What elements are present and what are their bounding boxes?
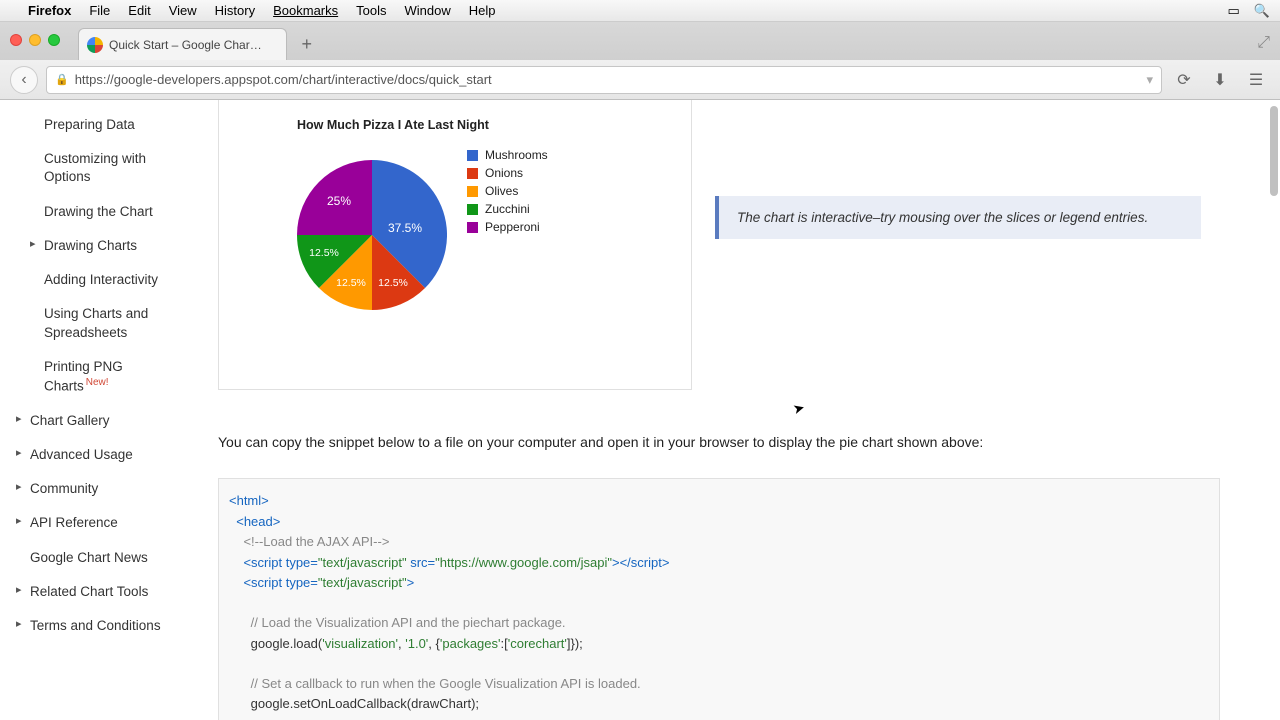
mac-menubar: Firefox File Edit View History Bookmarks… bbox=[0, 0, 1280, 22]
sidebar-item-drawing-charts[interactable]: Drawing Charts bbox=[0, 229, 200, 263]
menu-edit[interactable]: Edit bbox=[128, 3, 150, 18]
pie-chart[interactable]: 37.5% 12.5% 12.5% 12.5% 25% bbox=[297, 160, 447, 310]
code-snippet[interactable]: <html> <head> <!--Load the AJAX API--> <… bbox=[218, 478, 1220, 720]
legend-item-pepperoni[interactable]: Pepperoni bbox=[467, 218, 548, 236]
new-badge: New! bbox=[86, 377, 109, 388]
slice-label-mushrooms: 37.5% bbox=[388, 221, 422, 235]
sidebar-item-printing-png[interactable]: Printing PNG ChartsNew! bbox=[0, 350, 200, 404]
sidebar-item-advanced[interactable]: Advanced Usage bbox=[0, 438, 200, 472]
sidebar-item-customizing[interactable]: Customizing with Options bbox=[0, 142, 200, 194]
slice-label-olives: 12.5% bbox=[336, 277, 366, 289]
main-content: How Much Pizza I Ate Last Night 37.5% 12… bbox=[200, 100, 1280, 720]
sidebar-item-api-ref[interactable]: API Reference bbox=[0, 506, 200, 540]
menubar-app[interactable]: Firefox bbox=[28, 3, 71, 18]
window-controls bbox=[10, 34, 60, 46]
new-tab-button[interactable]: + bbox=[295, 34, 319, 54]
slice-label-onions: 12.5% bbox=[378, 277, 408, 289]
menu-bookmarks[interactable]: Bookmarks bbox=[273, 3, 338, 18]
menu-button[interactable]: ☰ bbox=[1242, 66, 1270, 94]
url-bar[interactable]: 🔒 https://google-developers.appspot.com/… bbox=[46, 66, 1162, 94]
tab-favicon-icon bbox=[87, 37, 103, 53]
sidebar-item-drawing-chart[interactable]: Drawing the Chart bbox=[0, 195, 200, 229]
menu-help[interactable]: Help bbox=[469, 3, 496, 18]
menu-window[interactable]: Window bbox=[405, 3, 451, 18]
close-window-button[interactable] bbox=[10, 34, 22, 46]
info-note: The chart is interactive–try mousing ove… bbox=[715, 196, 1201, 239]
downloads-button[interactable]: ⬇ bbox=[1206, 66, 1234, 94]
mouse-cursor-icon: ➤ bbox=[791, 399, 807, 418]
chart-title: How Much Pizza I Ate Last Night bbox=[297, 118, 489, 132]
fullscreen-icon[interactable]: ⤢ bbox=[1257, 34, 1270, 52]
sidebar-item-spreadsheets[interactable]: Using Charts and Spreadsheets bbox=[0, 297, 200, 349]
url-dropdown-icon[interactable]: ▾ bbox=[1146, 72, 1153, 88]
zoom-window-button[interactable] bbox=[48, 34, 60, 46]
page-scrollbar[interactable] bbox=[1270, 100, 1278, 718]
url-text: https://google-developers.appspot.com/ch… bbox=[75, 72, 492, 87]
display-icon[interactable]: ▭ bbox=[1228, 3, 1240, 19]
slice-label-pepperoni: 25% bbox=[327, 194, 351, 208]
spotlight-icon[interactable]: 🔍 bbox=[1254, 3, 1270, 19]
sidebar-item-community[interactable]: Community bbox=[0, 472, 200, 506]
sidebar-item-related[interactable]: Related Chart Tools bbox=[0, 575, 200, 609]
chart-legend: Mushrooms Onions Olives Zucchini Peppero… bbox=[467, 146, 548, 236]
lock-icon: 🔒 bbox=[55, 73, 69, 86]
legend-item-mushrooms[interactable]: Mushrooms bbox=[467, 146, 548, 164]
intro-paragraph: You can copy the snippet below to a file… bbox=[218, 434, 1270, 450]
chart-container: How Much Pizza I Ate Last Night 37.5% 12… bbox=[218, 100, 692, 390]
sidebar-item-interactivity[interactable]: Adding Interactivity bbox=[0, 263, 200, 297]
menu-file[interactable]: File bbox=[89, 3, 110, 18]
back-button[interactable]: ‹ bbox=[10, 66, 38, 94]
tab-title: Quick Start – Google Char… bbox=[109, 38, 262, 52]
legend-item-onions[interactable]: Onions bbox=[467, 164, 548, 182]
menu-view[interactable]: View bbox=[169, 3, 197, 18]
sidebar-item-news[interactable]: Google Chart News bbox=[0, 541, 200, 575]
menu-tools[interactable]: Tools bbox=[356, 3, 386, 18]
legend-item-zucchini[interactable]: Zucchini bbox=[467, 200, 548, 218]
browser-toolbar: ‹ 🔒 https://google-developers.appspot.co… bbox=[0, 60, 1280, 100]
slice-label-zucchini: 12.5% bbox=[309, 247, 339, 259]
sidebar-nav: Preparing Data Customizing with Options … bbox=[0, 100, 200, 720]
reload-button[interactable]: ⟳ bbox=[1170, 66, 1198, 94]
sidebar-item-preparing-data[interactable]: Preparing Data bbox=[0, 108, 200, 142]
sidebar-item-terms[interactable]: Terms and Conditions bbox=[0, 609, 200, 643]
sidebar-item-gallery[interactable]: Chart Gallery bbox=[0, 404, 200, 438]
tab-strip: Quick Start – Google Char… + ⤢ bbox=[0, 22, 1280, 60]
page-body: Preparing Data Customizing with Options … bbox=[0, 100, 1280, 720]
browser-tab[interactable]: Quick Start – Google Char… bbox=[78, 28, 287, 60]
scrollbar-thumb[interactable] bbox=[1270, 106, 1278, 196]
menu-history[interactable]: History bbox=[215, 3, 255, 18]
legend-item-olives[interactable]: Olives bbox=[467, 182, 548, 200]
minimize-window-button[interactable] bbox=[29, 34, 41, 46]
